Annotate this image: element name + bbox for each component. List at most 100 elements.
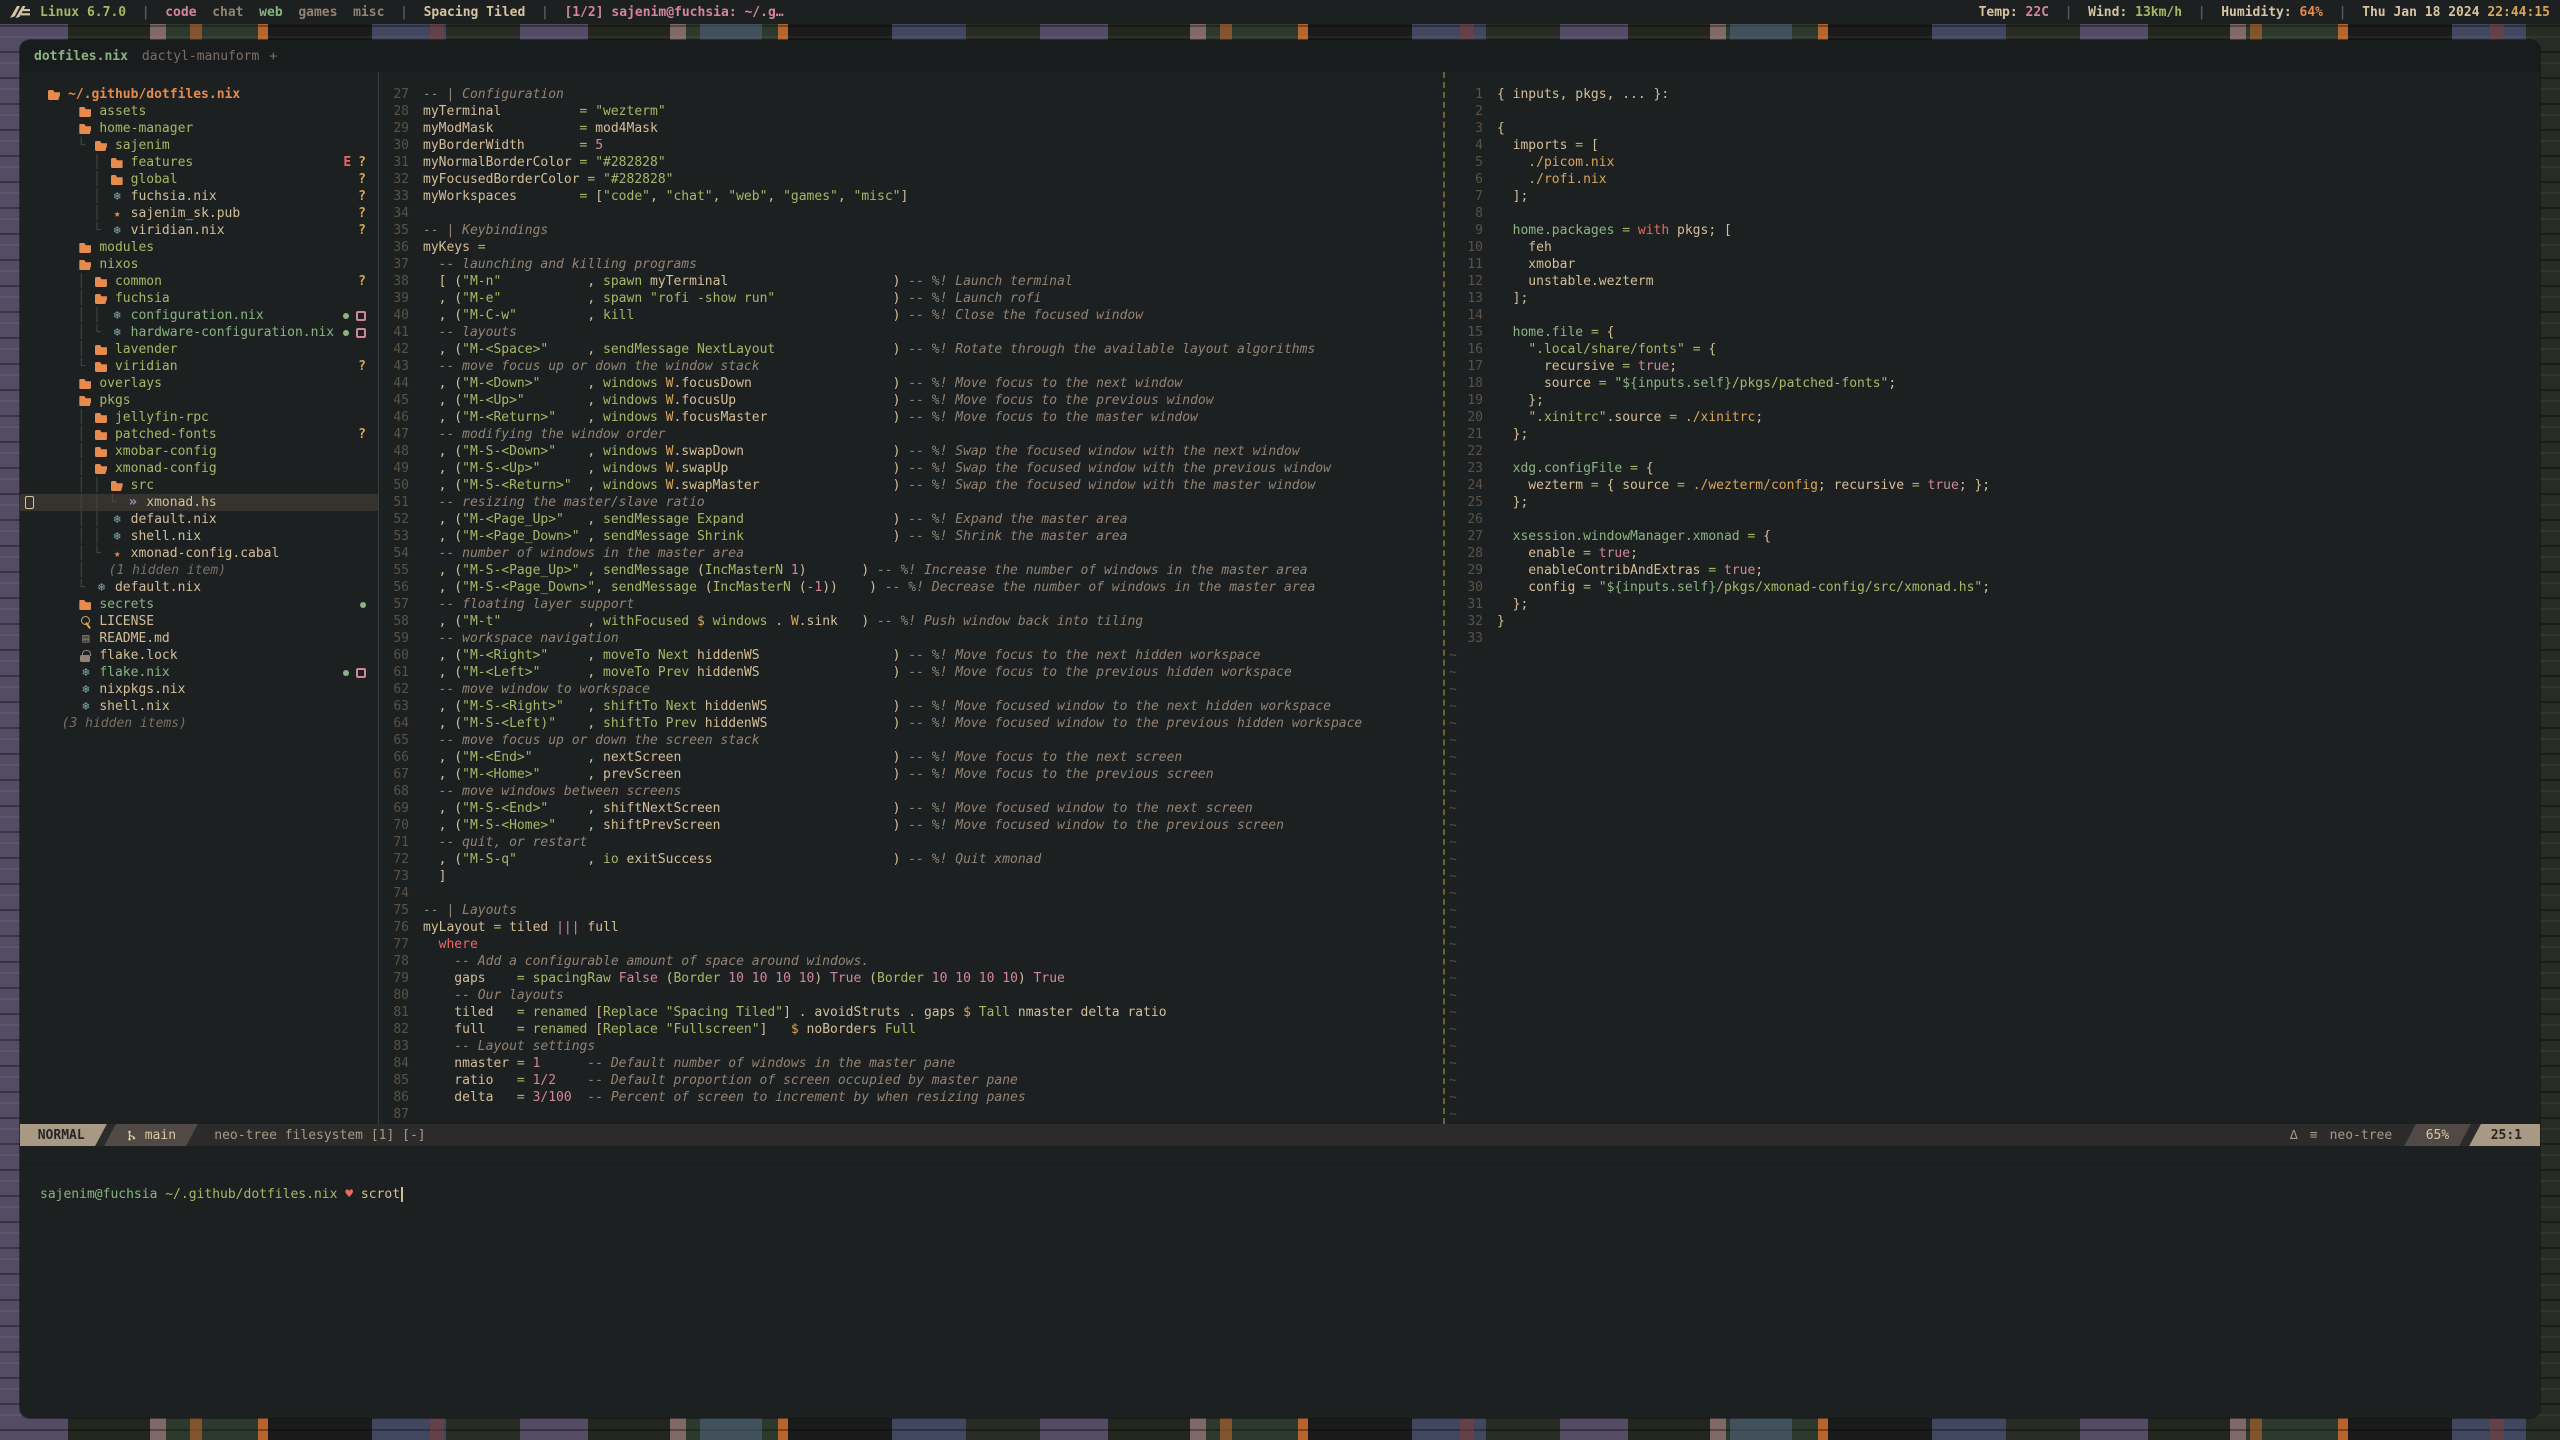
empty-line-marker[interactable]: ~ bbox=[1445, 749, 2540, 766]
empty-line-marker[interactable]: ~ bbox=[1445, 1106, 2540, 1123]
empty-line-marker[interactable]: ~ bbox=[1445, 1004, 2540, 1021]
code-line[interactable]: 54 -- number of windows in the master ar… bbox=[379, 545, 1443, 562]
tree-item[interactable]: flake.lock bbox=[20, 647, 378, 664]
tree-item[interactable]: README.md bbox=[20, 630, 378, 647]
tree-item[interactable]: pkgs bbox=[20, 392, 378, 409]
tree-item[interactable]: │ │ └ xmonad.hs bbox=[20, 494, 378, 511]
code-line[interactable]: 20 ".xinitrc".source = ./xinitrc; bbox=[1445, 409, 2540, 426]
code-line[interactable]: 24 wezterm = { source = ./wezterm/config… bbox=[1445, 477, 2540, 494]
tree-item[interactable]: │ common? bbox=[20, 273, 378, 290]
code-line[interactable]: 60 , ("M-<Right>" , moveTo Next hiddenWS… bbox=[379, 647, 1443, 664]
tree-item[interactable]: │ │ configuration.nix bbox=[20, 307, 378, 324]
empty-line-marker[interactable]: ~ bbox=[1445, 919, 2540, 936]
code-line[interactable]: 44 , ("M-<Down>" , windows W.focusDown )… bbox=[379, 375, 1443, 392]
code-line[interactable]: 16 ".local/share/fonts" = { bbox=[1445, 341, 2540, 358]
tree-item[interactable]: │ jellyfin-rpc bbox=[20, 409, 378, 426]
new-tab-button[interactable]: + bbox=[269, 49, 277, 64]
empty-line-marker[interactable]: ~ bbox=[1445, 834, 2540, 851]
empty-line-marker[interactable]: ~ bbox=[1445, 970, 2540, 987]
code-line[interactable]: 31 }; bbox=[1445, 596, 2540, 613]
tree-item[interactable]: │ └ xmonad-config.cabal bbox=[20, 545, 378, 562]
code-line[interactable]: 1{ inputs, pkgs, ... }: bbox=[1445, 86, 2540, 103]
code-line[interactable]: 64 , ("M-S-<Left)" , shiftTo Prev hidden… bbox=[379, 715, 1443, 732]
tree-item[interactable]: │ patched-fonts? bbox=[20, 426, 378, 443]
workspace-item[interactable]: misc bbox=[353, 5, 384, 20]
empty-line-marker[interactable]: ~ bbox=[1445, 902, 2540, 919]
tree-item[interactable]: (3 hidden items) bbox=[20, 715, 378, 732]
code-line[interactable]: 3{ bbox=[1445, 120, 2540, 137]
workspace-item[interactable]: code bbox=[165, 5, 196, 20]
code-line[interactable]: 28myTerminal = "wezterm" bbox=[379, 103, 1443, 120]
code-line[interactable]: 2 bbox=[1445, 103, 2540, 120]
code-line[interactable]: 61 , ("M-<Left>" , moveTo Prev hiddenWS … bbox=[379, 664, 1443, 681]
code-line[interactable]: 43 -- move focus up or down the window s… bbox=[379, 358, 1443, 375]
code-line[interactable]: 77 where bbox=[379, 936, 1443, 953]
empty-line-marker[interactable]: ~ bbox=[1445, 800, 2540, 817]
code-line[interactable]: 86 delta = 3/100 -- Percent of screen to… bbox=[379, 1089, 1443, 1106]
code-line[interactable]: 49 , ("M-S-<Up>" , windows W.swapUp ) --… bbox=[379, 460, 1443, 477]
empty-line-marker[interactable]: ~ bbox=[1445, 817, 2540, 834]
tree-item[interactable]: LICENSE bbox=[20, 613, 378, 630]
code-line[interactable]: 13 ]; bbox=[1445, 290, 2540, 307]
code-line[interactable]: 11 xmobar bbox=[1445, 256, 2540, 273]
empty-line-marker[interactable]: ~ bbox=[1445, 647, 2540, 664]
empty-line-marker[interactable]: ~ bbox=[1445, 664, 2540, 681]
code-line[interactable]: 28 enable = true; bbox=[1445, 545, 2540, 562]
tree-item[interactable]: assets bbox=[20, 103, 378, 120]
code-line[interactable]: 35-- | Keybindings bbox=[379, 222, 1443, 239]
code-line[interactable]: 22 bbox=[1445, 443, 2540, 460]
code-line[interactable]: 31myNormalBorderColor = "#282828" bbox=[379, 154, 1443, 171]
code-line[interactable]: 32myFocusedBorderColor = "#282828" bbox=[379, 171, 1443, 188]
tree-item[interactable]: flake.nix bbox=[20, 664, 378, 681]
code-line[interactable]: 45 , ("M-<Up>" , windows W.focusUp ) -- … bbox=[379, 392, 1443, 409]
code-line[interactable]: 40 , ("M-C-w" , kill ) -- %! Close the f… bbox=[379, 307, 1443, 324]
code-line[interactable]: 41 -- layouts bbox=[379, 324, 1443, 341]
code-line[interactable]: 55 , ("M-S-<Page_Up>" , sendMessage (Inc… bbox=[379, 562, 1443, 579]
code-line[interactable]: 68 -- move windows between screens bbox=[379, 783, 1443, 800]
code-line[interactable]: 33 bbox=[1445, 630, 2540, 647]
tree-item[interactable]: │ global? bbox=[20, 171, 378, 188]
code-line[interactable]: 82 full = renamed [Replace "Fullscreen"]… bbox=[379, 1021, 1443, 1038]
tree-item[interactable]: │ xmobar-config bbox=[20, 443, 378, 460]
code-line[interactable]: 48 , ("M-S-<Down>" , windows W.swapDown … bbox=[379, 443, 1443, 460]
tree-item[interactable]: │ │ shell.nix bbox=[20, 528, 378, 545]
empty-line-marker[interactable]: ~ bbox=[1445, 698, 2540, 715]
tree-item[interactable]: │ │ src bbox=[20, 477, 378, 494]
empty-line-marker[interactable]: ~ bbox=[1445, 766, 2540, 783]
code-line[interactable]: 39 , ("M-e" , spawn "rofi -show run" ) -… bbox=[379, 290, 1443, 307]
code-line[interactable]: 75-- | Layouts bbox=[379, 902, 1443, 919]
code-line[interactable]: 74 bbox=[379, 885, 1443, 902]
code-line[interactable]: 38 [ ("M-n" , spawn myTerminal ) -- %! L… bbox=[379, 273, 1443, 290]
code-line[interactable]: 30 config = "${inputs.self}/pkgs/xmonad-… bbox=[1445, 579, 2540, 596]
tree-item[interactable]: nixpkgs.nix bbox=[20, 681, 378, 698]
tree-item[interactable]: secrets bbox=[20, 596, 378, 613]
code-line[interactable]: 59 -- workspace navigation bbox=[379, 630, 1443, 647]
tree-item[interactable]: │ └ hardware-configuration.nix bbox=[20, 324, 378, 341]
code-line[interactable]: 52 , ("M-<Page_Up>" , sendMessage Expand… bbox=[379, 511, 1443, 528]
code-line[interactable]: 53 , ("M-<Page_Down>" , sendMessage Shri… bbox=[379, 528, 1443, 545]
code-line[interactable]: 29 enableContribAndExtras = true; bbox=[1445, 562, 2540, 579]
workspace-item[interactable]: web bbox=[259, 5, 282, 20]
empty-line-marker[interactable]: ~ bbox=[1445, 1072, 2540, 1089]
tree-item[interactable]: overlays bbox=[20, 375, 378, 392]
code-line[interactable]: 19 }; bbox=[1445, 392, 2540, 409]
code-line[interactable]: 63 , ("M-S-<Right>" , shiftTo Next hidde… bbox=[379, 698, 1443, 715]
empty-line-marker[interactable]: ~ bbox=[1445, 1055, 2540, 1072]
code-line[interactable]: 30myBorderWidth = 5 bbox=[379, 137, 1443, 154]
code-line[interactable]: 9 home.packages = with pkgs; [ bbox=[1445, 222, 2540, 239]
tree-item[interactable]: │ lavender bbox=[20, 341, 378, 358]
code-line[interactable]: 51 -- resizing the master/slave ratio bbox=[379, 494, 1443, 511]
neo-tree-panel[interactable]: ~/.github/dotfiles.nix assets home-manag… bbox=[20, 72, 378, 1124]
code-line[interactable]: 76myLayout = tiled ||| full bbox=[379, 919, 1443, 936]
code-line[interactable]: 17 recursive = true; bbox=[1445, 358, 2540, 375]
code-line[interactable]: 15 home.file = { bbox=[1445, 324, 2540, 341]
code-line[interactable]: 8 bbox=[1445, 205, 2540, 222]
code-line[interactable]: 72 , ("M-S-q" , io exitSuccess ) -- %! Q… bbox=[379, 851, 1443, 868]
code-line[interactable]: 32} bbox=[1445, 613, 2540, 630]
empty-line-marker[interactable]: ~ bbox=[1445, 1089, 2540, 1106]
empty-line-marker[interactable]: ~ bbox=[1445, 1021, 2540, 1038]
tree-item[interactable]: └ sajenim bbox=[20, 137, 378, 154]
shell-prompt[interactable]: sajenim@fuchsia ~/.github/dotfiles.nix ♥… bbox=[20, 1165, 2540, 1202]
workspace-item[interactable]: chat bbox=[212, 5, 243, 20]
code-line[interactable]: 58 , ("M-t" , withFocused $ windows . W.… bbox=[379, 613, 1443, 630]
